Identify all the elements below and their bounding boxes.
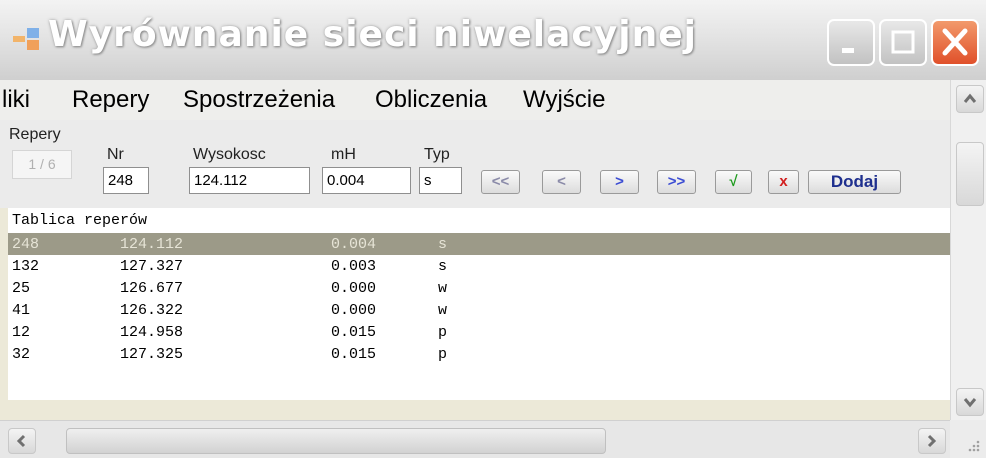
minimize-button[interactable] — [827, 19, 875, 66]
cell-height: 126.677 — [120, 280, 184, 297]
menu-bar: liki Repery Spostrzeżenia Obliczenia Wyj… — [0, 80, 950, 120]
cell-nr: 132 — [12, 258, 40, 275]
close-button[interactable] — [931, 19, 979, 66]
last-record-button[interactable]: >> — [657, 170, 696, 194]
minimize-icon — [842, 48, 854, 53]
table-row[interactable]: 12 124.958 0.015 p — [8, 321, 950, 343]
first-record-button[interactable]: << — [481, 170, 520, 194]
benchmark-form — [0, 120, 950, 208]
table-row[interactable]: 32 127.325 0.015 p — [8, 343, 950, 365]
table-row-selected[interactable]: 248 124.112 0.004 s — [8, 233, 950, 255]
benchmark-table[interactable]: Tablica reperów 248 124.112 0.004 s 132 … — [8, 208, 950, 400]
app-window: Wyrównanie sieci niwelacyjnej liki Reper… — [0, 0, 986, 458]
chevron-right-icon — [927, 434, 937, 448]
typ-label: Typ — [424, 146, 450, 163]
mh-label: mH — [331, 146, 356, 163]
cell-nr: 41 — [12, 302, 31, 319]
delete-button[interactable]: x — [768, 170, 799, 194]
scroll-up-button[interactable] — [956, 85, 984, 113]
resize-grip[interactable] — [950, 420, 986, 458]
wysokosc-label: Wysokosc — [193, 146, 266, 163]
menu-item-spostrzezenia[interactable]: Spostrzeżenia — [183, 86, 335, 114]
cell-type: p — [438, 324, 448, 341]
cell-height: 127.327 — [120, 258, 184, 275]
cell-type: w — [438, 280, 448, 297]
window-title: Wyrównanie sieci niwelacyjnej — [48, 14, 697, 55]
nr-label: Nr — [107, 146, 124, 163]
horizontal-scrollbar[interactable] — [0, 420, 950, 458]
menu-item-wyjscie[interactable]: Wyjście — [523, 86, 605, 114]
app-icon — [13, 28, 39, 50]
menu-item-pliki[interactable]: liki — [2, 86, 30, 114]
typ-input[interactable] — [419, 167, 462, 194]
next-record-button[interactable]: > — [600, 170, 639, 194]
table-row[interactable]: 132 127.327 0.003 s — [8, 255, 950, 277]
chevron-up-icon — [963, 93, 977, 103]
record-counter: 1 / 6 — [12, 150, 72, 179]
cell-height: 124.112 — [120, 236, 184, 253]
confirm-button[interactable]: √ — [715, 170, 752, 194]
mh-input[interactable] — [322, 167, 411, 194]
scroll-left-button[interactable] — [8, 428, 36, 454]
horizontal-scroll-thumb[interactable] — [66, 428, 606, 454]
cell-height: 127.325 — [120, 346, 184, 363]
menu-item-repery[interactable]: Repery — [72, 86, 149, 114]
cell-type: p — [438, 346, 448, 363]
cell-type: s — [438, 236, 448, 253]
cell-mh: 0.015 — [331, 324, 377, 341]
table-row[interactable]: 25 126.677 0.000 w — [8, 277, 950, 299]
vertical-scroll-thumb[interactable] — [956, 142, 984, 206]
nr-input[interactable] — [103, 167, 149, 194]
cell-mh: 0.000 — [331, 280, 377, 297]
cell-nr: 12 — [12, 324, 31, 341]
cell-nr: 248 — [12, 236, 40, 253]
cell-height: 124.958 — [120, 324, 184, 341]
close-icon — [942, 28, 968, 56]
chevron-down-icon — [963, 398, 977, 408]
title-bar[interactable]: Wyrównanie sieci niwelacyjnej — [0, 0, 986, 80]
scroll-right-button[interactable] — [918, 428, 946, 454]
chevron-left-icon — [16, 434, 26, 448]
cell-type: w — [438, 302, 448, 319]
vertical-scrollbar[interactable] — [950, 80, 986, 420]
group-label: Repery — [9, 126, 61, 143]
maximize-button[interactable] — [879, 19, 927, 66]
scroll-down-button[interactable] — [956, 388, 984, 416]
cell-mh: 0.015 — [331, 346, 377, 363]
cell-nr: 25 — [12, 280, 31, 297]
cell-mh: 0.004 — [331, 236, 377, 253]
add-button[interactable]: Dodaj — [808, 170, 901, 194]
cell-mh: 0.000 — [331, 302, 377, 319]
cell-height: 126.322 — [120, 302, 184, 319]
table-title: Tablica reperów — [12, 212, 148, 229]
table-row[interactable]: 41 126.322 0.000 w — [8, 299, 950, 321]
cell-type: s — [438, 258, 448, 275]
wysokosc-input[interactable] — [189, 167, 310, 194]
menu-item-obliczenia[interactable]: Obliczenia — [375, 86, 487, 114]
previous-record-button[interactable]: < — [542, 170, 581, 194]
cell-mh: 0.003 — [331, 258, 377, 275]
resize-grip-icon — [968, 440, 980, 452]
cell-nr: 32 — [12, 346, 31, 363]
maximize-icon — [891, 30, 915, 54]
